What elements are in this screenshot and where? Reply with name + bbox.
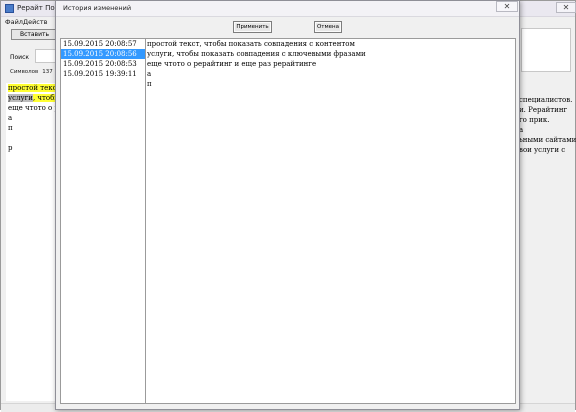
text-line: услуги, чтобы показать совпадения с ключ… bbox=[147, 50, 366, 58]
history-dialog: История изменений ✕ Применить Отмена 15.… bbox=[55, 0, 520, 410]
apply-button[interactable]: Применить bbox=[233, 21, 272, 33]
main-text-editor-right-visible[interactable]: специалистов. и. Рерайтинг го прик. а ьными … bbox=[519, 95, 576, 155]
text-line: простой текст, чтобы показать совпадения… bbox=[147, 40, 355, 48]
text-line: п bbox=[147, 80, 152, 88]
history-list[interactable]: 15.09.2015 20:08:57 15.09.2015 20:08:56 15… bbox=[60, 38, 146, 404]
text-line: еще чтото о рерайтинг и еще раз рерайтин… bbox=[147, 60, 317, 68]
main-right-panel[interactable] bbox=[521, 28, 571, 72]
history-list-item[interactable]: 15.09.2015 20:08:56 bbox=[61, 49, 145, 59]
editor-line: услуги, чтобы bbox=[6, 93, 58, 103]
editor-line: а bbox=[6, 113, 58, 123]
editor-line: и. Рерайтинг bbox=[519, 106, 568, 114]
editor-text: п bbox=[8, 124, 13, 132]
dialog-close-icon[interactable]: ✕ bbox=[496, 1, 518, 12]
editor-line: еще чтото о ре bbox=[6, 103, 58, 113]
main-text-editor[interactable]: простой текстуслуги, чтобыеще чтото о ре… bbox=[6, 83, 58, 401]
dialog-titlebar: История изменений ✕ bbox=[56, 1, 519, 17]
text-line: а bbox=[147, 70, 152, 78]
editor-text: р bbox=[8, 144, 13, 152]
editor-text: а bbox=[8, 114, 13, 122]
cancel-button[interactable]: Отмена bbox=[314, 21, 342, 33]
char-count: Символов 137 bbox=[10, 69, 53, 75]
highlighted-text: услуги bbox=[8, 94, 33, 102]
editor-line: вои услуги с bbox=[519, 146, 566, 154]
editor-line: специалистов. bbox=[519, 96, 573, 104]
editor-text: еще чтото о р bbox=[8, 104, 58, 112]
app-icon bbox=[5, 4, 14, 13]
history-list-item[interactable]: 15.09.2015 20:08:53 bbox=[61, 59, 145, 69]
editor-line: а bbox=[519, 126, 524, 134]
history-text-preview[interactable]: простой текст, чтобы показать совпадения… bbox=[146, 38, 516, 404]
menu-actions[interactable]: Действ bbox=[23, 18, 48, 26]
main-window-close-icon[interactable]: ✕ bbox=[556, 2, 576, 13]
char-count-label: Символов bbox=[10, 69, 39, 75]
editor-line: п bbox=[6, 123, 58, 133]
editor-line: го прик. bbox=[519, 116, 550, 124]
history-list-item[interactable]: 15.09.2015 19:39:11 bbox=[61, 69, 145, 79]
highlighted-text: простой текст bbox=[8, 84, 58, 92]
editor-line: р bbox=[6, 143, 58, 153]
char-count-value: 137 bbox=[42, 69, 53, 75]
history-list-item[interactable]: 15.09.2015 20:08:57 bbox=[61, 39, 145, 49]
paste-button[interactable]: Вставить bbox=[11, 29, 58, 40]
menu-file[interactable]: Файл bbox=[5, 18, 23, 26]
dialog-title: История изменений bbox=[63, 4, 132, 12]
search-label: Поиск bbox=[10, 54, 30, 61]
editor-line: ьными сайтами bbox=[519, 136, 576, 144]
editor-line: простой текст bbox=[6, 83, 58, 93]
